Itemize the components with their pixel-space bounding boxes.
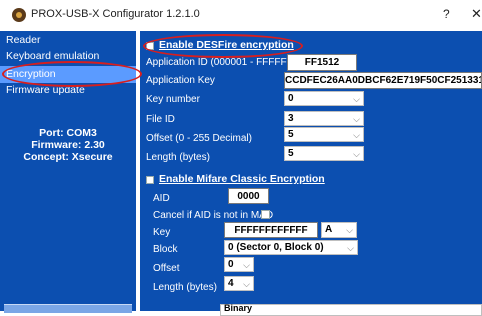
sidebar: Reader Keyboard emulation Encryption Fir… [0,31,136,313]
app-id-label: Application ID (000001 - FFFFFF) [146,57,297,68]
chevron-down-icon: ⌵ [347,243,354,253]
aid-label: AID [153,193,170,204]
sidebar-bottom-bar [4,304,132,313]
chevron-down-icon: ⌵ [243,260,250,270]
file-id-select[interactable]: 3 ⌵ [284,111,364,126]
app-id-field[interactable]: FF1512 [287,54,357,71]
sidebar-item-reader[interactable]: Reader [0,32,136,49]
window-title: PROX-USB-X Configurator 1.2.1.0 [31,8,200,20]
device-info: Port: COM3 Firmware: 2.30 Concept: Xsecu… [0,127,136,163]
main-panel: Enable DESFire encryption Application ID… [140,31,482,311]
offset-select[interactable]: 5 ⌵ [284,127,364,142]
key-field[interactable]: FFFFFFFFFFFF [224,222,318,238]
firmware-text: Firmware: 2.30 [31,139,105,151]
title-bar: PROX-USB-X Configurator 1.2.1.0 ? ✕ [0,0,482,31]
chevron-down-icon: ⌵ [353,94,360,104]
sidebar-item-keyboard-emulation[interactable]: Keyboard emulation [0,48,136,65]
file-id-label: File ID [146,114,175,125]
mifare-enable-checkbox[interactable] [146,176,154,184]
key-type-select[interactable]: A ⌵ [321,222,357,238]
cancel-if-aid-checkbox[interactable] [261,210,270,219]
mifare-enable-label[interactable]: Enable Mifare Classic Encryption [159,173,325,185]
desfire-enable-label[interactable]: Enable DESFire encryption [159,39,294,51]
app-key-label: Application Key [146,75,215,86]
chevron-down-icon: ⌵ [346,225,353,235]
concept-text: Concept: Xsecure [23,151,113,163]
mifare-offset-label: Offset [153,263,180,274]
app-icon [12,8,26,22]
length-select[interactable]: 5 ⌵ [284,146,364,161]
desfire-enable-checkbox[interactable] [146,42,154,50]
sidebar-item-firmware-update[interactable]: Firmware update [0,82,136,99]
aid-field[interactable]: 0000 [228,188,269,204]
port-text: Port: COM3 [39,127,97,139]
key-number-select[interactable]: 0 ⌵ [284,91,364,106]
output-format-select[interactable]: Binary [220,303,482,316]
mifare-length-label: Length (bytes) [153,282,217,293]
chevron-down-icon: ⌵ [353,130,360,140]
app-key-field[interactable]: CCDFEC26AA0DBCF62E719F50CF251331 [284,72,482,89]
block-select[interactable]: 0 (Sector 0, Block 0) ⌵ [224,240,358,255]
sidebar-item-encryption[interactable]: Encryption [0,66,136,83]
block-label: Block [153,244,178,255]
cancel-if-aid-label: Cancel if AID is not in MAD [153,210,274,221]
close-button[interactable]: ✕ [471,6,482,22]
offset-label: Offset (0 - 255 Decimal) [146,133,252,144]
help-button[interactable]: ? [443,7,450,21]
chevron-down-icon: ⌵ [353,114,360,124]
chevron-down-icon: ⌵ [353,149,360,159]
length-label: Length (bytes) [146,152,210,163]
key-number-label: Key number [146,94,200,105]
mifare-offset-select[interactable]: 0 ⌵ [224,257,254,272]
mifare-length-select[interactable]: 4 ⌵ [224,276,254,291]
key-label: Key [153,227,171,238]
chevron-down-icon: ⌵ [243,279,250,289]
